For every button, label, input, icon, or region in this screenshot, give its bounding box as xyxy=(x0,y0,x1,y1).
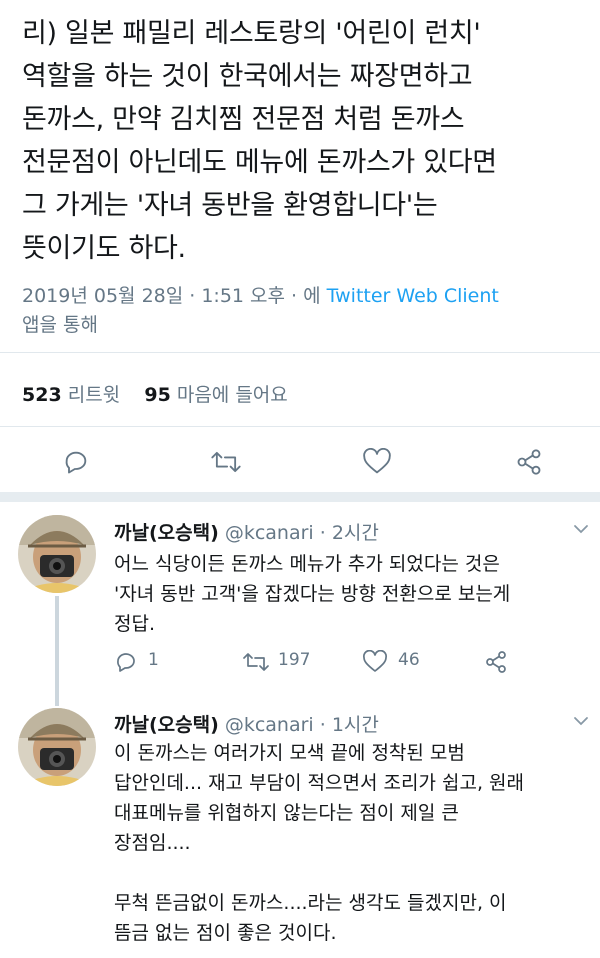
main-tweet-line: 리) 일본 패밀리 레스토랑의 '어린이 런치' xyxy=(22,18,481,49)
tweet-client-link[interactable]: Twitter Web Client xyxy=(327,285,499,307)
divider xyxy=(0,352,600,353)
tweet-via-text: 앱을 통해 xyxy=(22,314,98,336)
reply-text-line: 어느 식당이든 돈까스 메뉴가 추가 되었다는 것은 xyxy=(114,553,500,575)
like-icon[interactable] xyxy=(362,650,388,674)
avatar[interactable] xyxy=(18,515,96,593)
thread-line xyxy=(55,596,59,706)
reply-icon[interactable] xyxy=(62,448,90,476)
reply-text: 이 돈까스는 여러가지 모색 끝에 정착된 모범 답안인데... 재고 부담이 … xyxy=(114,738,590,948)
tweet-stats: 523 리트윗 95 마음에 들어요 xyxy=(22,380,288,407)
author-name[interactable]: 까날(오승택) xyxy=(114,714,219,736)
main-tweet-line: 전문점이 아닌데도 메뉴에 돈까스가 있다면 xyxy=(22,147,497,178)
retweet-icon[interactable] xyxy=(242,650,270,674)
reply-actions: 1 197 46 xyxy=(114,648,594,678)
reply-header: 까날(오승택) @kcanari · 2시간 xyxy=(114,518,379,545)
retweet-icon[interactable] xyxy=(210,448,242,476)
main-tweet-line: 뜻이기도 하다. xyxy=(22,233,186,264)
reply-text-line: 답안인데... 재고 부담이 적으면서 조리가 쉽고, 원래 xyxy=(114,772,524,794)
main-tweet-line: 돈까스, 만약 김치찜 전문점 처럼 돈까스 xyxy=(22,104,465,135)
retweet-count[interactable]: 523 xyxy=(22,384,62,406)
like-count: 46 xyxy=(398,650,420,670)
reply-icon[interactable] xyxy=(114,650,138,674)
main-tweet-line: 그 가게는 '자녀 동반을 환영합니다'는 xyxy=(22,190,438,221)
share-icon[interactable] xyxy=(514,448,544,476)
reply-text-line: '자녀 동반 고객'을 잡겠다는 방향 전환으로 보는게 xyxy=(114,583,511,605)
author-handle[interactable]: @kcanari · 1시간 xyxy=(225,714,379,736)
tweet-meta: 2019년 05월 28일 · 1:51 오후 · 에 Twitter Web … xyxy=(22,282,582,340)
main-tweet-text: 리) 일본 패밀리 레스토랑의 '어린이 런치' 역할을 하는 것이 한국에서는… xyxy=(22,12,592,270)
reply-text-line: 정답. xyxy=(114,613,155,635)
like-label[interactable]: 마음에 들어요 xyxy=(177,384,288,406)
like-count[interactable]: 95 xyxy=(144,384,170,406)
reply-text-line: 이 돈까스는 여러가지 모색 끝에 정착된 모범 xyxy=(114,742,465,764)
retweet-label[interactable]: 리트윗 xyxy=(68,384,120,406)
retweet-count: 197 xyxy=(278,650,311,670)
reply-header: 까날(오승택) @kcanari · 1시간 xyxy=(114,710,379,737)
tweet-timestamp[interactable]: 2019년 05월 28일 · 1:51 오후 · 에 xyxy=(22,285,321,307)
reply-text-line: 무척 뜬금없이 돈까스....라는 생각도 들겠지만, 이 xyxy=(114,892,507,914)
main-tweet-actions xyxy=(0,440,600,484)
reply-text-line: 장점임.... xyxy=(114,832,191,854)
reply-text-line: 뜸금 없는 점이 좋은 것이다. xyxy=(114,922,337,944)
divider xyxy=(0,426,600,427)
chevron-down-icon[interactable] xyxy=(572,712,590,730)
author-handle[interactable]: @kcanari · 2시간 xyxy=(225,522,379,544)
divider xyxy=(0,492,600,502)
reply-text-line xyxy=(114,858,590,888)
avatar[interactable] xyxy=(18,708,96,786)
reply-text: 어느 식당이든 돈까스 메뉴가 추가 되었다는 것은 '자녀 동반 고객'을 잡… xyxy=(114,549,590,639)
reply-text-line: 대표메뉴를 위협하지 않는다는 점이 제일 큰 xyxy=(114,802,459,824)
author-name[interactable]: 까날(오승택) xyxy=(114,522,219,544)
main-tweet-line: 역할을 하는 것이 한국에서는 짜장면하고 xyxy=(22,61,473,92)
like-icon[interactable] xyxy=(362,448,392,476)
chevron-down-icon[interactable] xyxy=(572,520,590,538)
share-icon[interactable] xyxy=(484,650,508,674)
reply-count: 1 xyxy=(148,650,159,670)
